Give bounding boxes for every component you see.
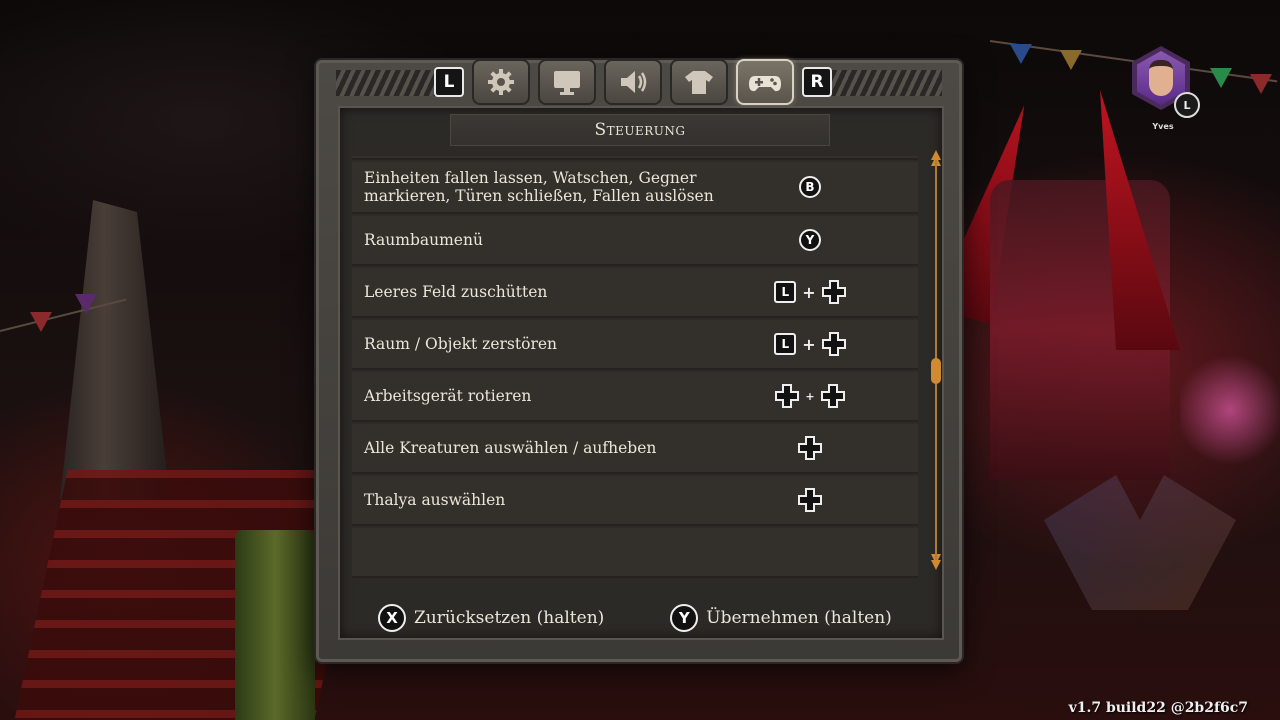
plus-sign: + — [802, 334, 816, 354]
control-label: Raumbaumenü — [364, 231, 483, 249]
y-button-icon: Y — [799, 229, 821, 251]
bunting-flag — [75, 294, 97, 314]
x-button-icon: X — [378, 604, 406, 632]
dpad-icon — [821, 332, 846, 356]
bunting-flag — [1250, 74, 1272, 94]
footer-actions: X Zurücksetzen (halten) Y Übernehmen (ha… — [376, 600, 916, 636]
player-profile: L Yves — [1132, 46, 1200, 136]
control-row[interactable]: Leeres Feld zuschütten L + — [352, 268, 918, 318]
bunting-flag — [30, 312, 52, 332]
pink-glow — [1180, 350, 1280, 470]
stone-pillar — [60, 200, 170, 500]
left-bumper-button[interactable]: L — [434, 67, 464, 97]
control-label: Zerstören, Zauber und Fähigkeiten auslös… — [364, 156, 778, 158]
control-label: Leeres Feld zuschütten — [364, 283, 548, 301]
control-row[interactable]: Raum / Objekt zerstören L + — [352, 320, 918, 370]
right-bumper-button[interactable]: R — [802, 67, 832, 97]
dpad-icon — [821, 280, 846, 304]
dpad-icon — [775, 384, 800, 408]
button-binding: B — [750, 162, 870, 212]
gamepad-icon — [749, 76, 781, 92]
plus-sign: + — [805, 389, 815, 403]
button-binding — [750, 528, 870, 576]
profile-name: Yves — [1152, 122, 1174, 131]
version-label: v1.7 build22 @2b2f6c7 — [1068, 700, 1248, 716]
tab-appearance[interactable] — [670, 59, 728, 105]
dpad-icon — [798, 488, 822, 512]
bumper-button-icon: L — [774, 281, 797, 303]
control-row[interactable]: Thalya auswählen — [352, 476, 918, 526]
shirt-icon — [685, 71, 713, 94]
bunting-flag — [1210, 68, 1232, 88]
dpad-icon — [798, 436, 822, 460]
tab-display[interactable] — [538, 59, 596, 105]
apply-label: Übernehmen (halten) — [706, 608, 892, 628]
bumper-button-icon: L — [774, 333, 797, 355]
reset-label: Zurücksetzen (halten) — [414, 608, 605, 628]
control-row[interactable]: Einheiten fallen lassen, Watschen, Gegne… — [352, 162, 918, 214]
control-label — [364, 528, 778, 576]
button-binding: + — [750, 372, 870, 420]
monitor-icon — [554, 71, 580, 95]
control-label: Raum / Objekt zerstören — [364, 335, 558, 353]
reset-action[interactable]: X Zurücksetzen (halten) — [378, 604, 604, 632]
button-binding: L + — [750, 268, 870, 316]
tab-general[interactable] — [472, 59, 530, 105]
y-button-icon: Y — [670, 604, 699, 632]
panel-decoration — [336, 70, 446, 96]
settings-panel: L R Steuerung Einheiten fallen lassen, W… — [316, 58, 962, 662]
bunting-flag — [1060, 50, 1082, 70]
green-pipe — [235, 530, 315, 720]
button-binding: Y — [750, 216, 870, 264]
panel-decoration — [832, 70, 942, 96]
control-label: Thalya auswählen — [364, 491, 506, 509]
logo-watermark — [1044, 475, 1236, 610]
button-binding — [750, 424, 870, 472]
control-label: Arbeitsgerät rotieren — [364, 387, 532, 405]
control-row[interactable]: Alle Kreaturen auswählen / aufheben — [352, 424, 918, 474]
controls-list: Zerstören, Zauber und Fähigkeiten auslös… — [352, 156, 920, 616]
control-label: Alle Kreaturen auswählen / aufheben — [364, 439, 657, 457]
scrollbar[interactable] — [926, 150, 946, 570]
page-title: Steuerung — [450, 114, 830, 146]
apply-action[interactable]: Y Übernehmen (halten) — [670, 604, 892, 632]
tab-audio[interactable] — [604, 59, 662, 105]
profile-badge: L — [1174, 92, 1200, 118]
button-binding: L + — [750, 320, 870, 368]
control-row[interactable]: Zerstören, Zauber und Fähigkeiten auslös… — [352, 156, 918, 160]
control-row[interactable] — [352, 528, 918, 578]
gear-icon — [488, 69, 514, 95]
control-row[interactable]: Raumbaumenü Y — [352, 216, 918, 266]
tab-controls[interactable] — [736, 59, 794, 105]
settings-tab-bar: L R — [434, 58, 844, 106]
b-button-icon: B — [799, 176, 821, 198]
button-binding — [750, 476, 870, 524]
dpad-icon — [820, 384, 845, 408]
bunting-flag — [1010, 44, 1032, 64]
control-row[interactable]: Arbeitsgerät rotieren + — [352, 372, 918, 422]
button-binding — [750, 156, 870, 158]
control-label: Einheiten fallen lassen, Watschen, Gegne… — [364, 169, 714, 205]
avatar — [1149, 60, 1173, 96]
speaker-icon — [621, 71, 647, 93]
plus-sign: + — [802, 282, 816, 302]
scroll-thumb[interactable] — [931, 358, 941, 384]
